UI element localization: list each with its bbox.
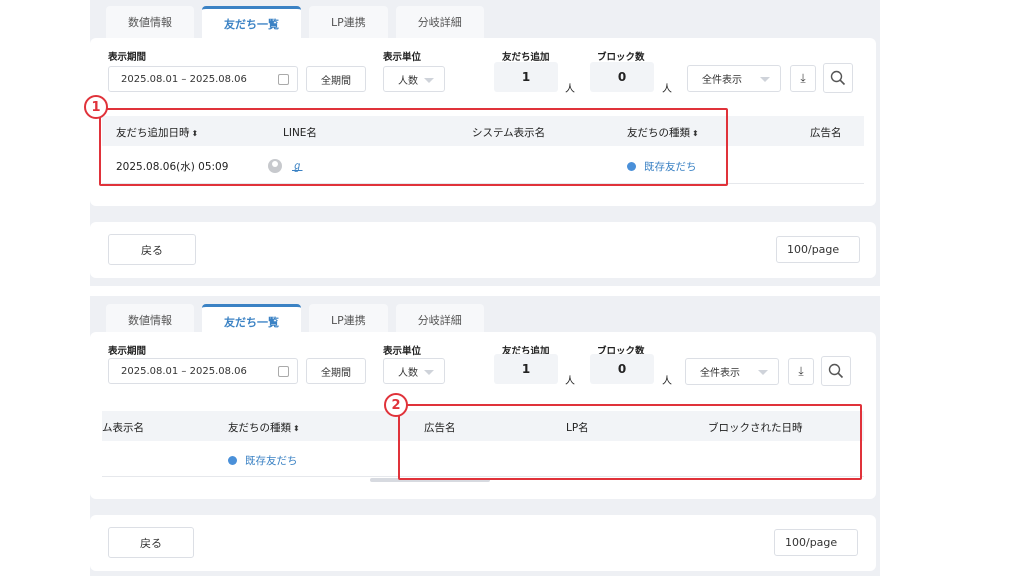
tab-friend-list[interactable]: 友だち一覧: [202, 6, 301, 38]
search-button[interactable]: [821, 356, 851, 386]
calendar-icon: [278, 366, 289, 377]
display-filter-value: 全件表示: [702, 75, 742, 86]
tab-bar: 数値情報 友だち一覧 LP連携 分岐詳細: [106, 6, 484, 38]
annotation-marker-2: 2: [384, 393, 408, 417]
display-filter-select[interactable]: 全件表示: [687, 65, 781, 92]
cell-friend-type-label: 既存友だち: [245, 455, 298, 467]
calendar-icon: [278, 74, 289, 85]
header-system-name: ム表示名: [102, 422, 144, 434]
block-count: 0: [590, 62, 654, 92]
chevron-down-icon: [424, 370, 434, 375]
page-size-value: 100/page: [785, 536, 838, 549]
unit-label: 表示単位: [383, 52, 422, 63]
period-date-input[interactable]: 2025.08.01 – 2025.08.06: [108, 66, 298, 92]
friend-add-count: 1: [494, 354, 558, 384]
back-button[interactable]: 戻る: [108, 527, 194, 558]
display-filter-select[interactable]: 全件表示: [685, 358, 779, 385]
all-period-button[interactable]: 全期間: [306, 66, 366, 92]
unit-select[interactable]: 人数: [383, 66, 445, 92]
search-icon: [830, 70, 846, 86]
search-button[interactable]: [823, 63, 853, 93]
chevron-down-icon: [758, 370, 768, 375]
period-date-input[interactable]: 2025.08.01 – 2025.08.06: [108, 358, 298, 384]
block-unit: 人: [662, 84, 672, 95]
header-ad-name: 広告名: [810, 127, 842, 139]
download-icon: ⤓: [798, 364, 804, 378]
chevron-down-icon: [424, 78, 434, 83]
period-label: 表示期間: [108, 52, 147, 63]
display-filter-value: 全件表示: [700, 368, 740, 379]
page-size-select[interactable]: 100/page: [774, 529, 858, 556]
period-label: 表示期間: [108, 346, 147, 357]
header-friend-type-label: 友だちの種類: [228, 422, 291, 434]
tab-branch-detail[interactable]: 分岐詳細: [395, 6, 484, 38]
friend-add-label: 友だち追加: [502, 52, 550, 63]
download-button[interactable]: ⤓: [788, 358, 814, 385]
unit-select-value: 人数: [398, 75, 418, 87]
friend-add-unit: 人: [565, 84, 575, 95]
download-icon: ⤓: [800, 71, 806, 85]
friend-add-unit: 人: [565, 376, 575, 387]
header-friend-type[interactable]: 友だちの種類 ⬍: [228, 420, 300, 435]
unit-label: 表示単位: [383, 346, 422, 357]
back-button[interactable]: 戻る: [108, 234, 196, 265]
friend-add-count: 1: [494, 62, 558, 92]
footer-card: 戻る 100/page: [90, 222, 876, 278]
highlight-box-2: [398, 404, 862, 480]
block-count: 0: [590, 354, 654, 384]
sort-icon: ⬍: [293, 424, 300, 433]
period-date-value: 2025.08.01 – 2025.08.06: [121, 365, 247, 377]
all-period-button[interactable]: 全期間: [306, 358, 366, 384]
chevron-down-icon: [760, 77, 770, 82]
highlight-box-1: [99, 108, 728, 186]
download-button[interactable]: ⤓: [790, 65, 816, 92]
status-dot-icon: [228, 456, 237, 465]
page-size-select[interactable]: 100/page: [776, 236, 860, 263]
search-icon: [828, 363, 844, 379]
period-date-value: 2025.08.01 – 2025.08.06: [121, 73, 247, 85]
tab-lp-link[interactable]: LP連携: [309, 6, 388, 38]
footer-card: 戻る 100/page: [90, 515, 876, 571]
block-label: ブロック数: [597, 52, 645, 63]
tab-stats[interactable]: 数値情報: [106, 6, 194, 38]
cell-friend-type: 既存友だち: [228, 453, 298, 468]
unit-select[interactable]: 人数: [383, 358, 445, 384]
block-unit: 人: [662, 376, 672, 387]
unit-select-value: 人数: [398, 367, 418, 379]
page-size-value: 100/page: [787, 243, 840, 256]
annotation-marker-1: 1: [84, 95, 108, 119]
